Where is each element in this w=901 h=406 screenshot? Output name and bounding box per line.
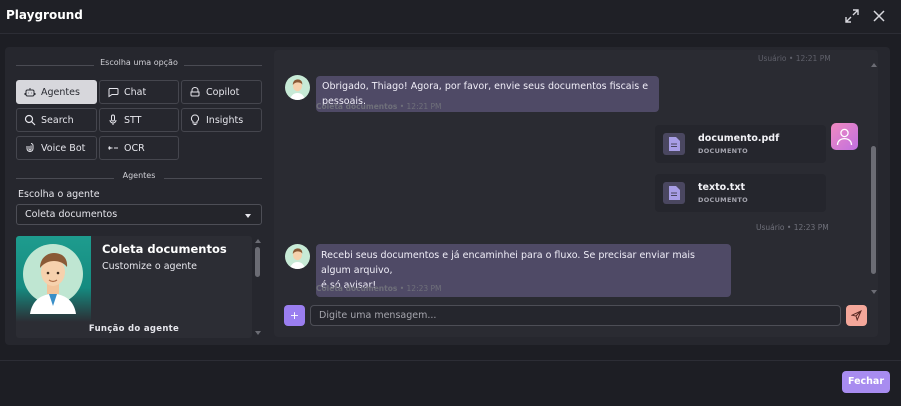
chat-scrollbar[interactable] (870, 58, 878, 294)
option-label: Insights (206, 114, 244, 126)
robot-icon (24, 86, 36, 98)
option-label: Search (41, 114, 74, 126)
microphone-icon (107, 114, 119, 126)
option-search[interactable]: Search (16, 108, 97, 132)
bot-message-meta: Coleta documentos • 12:23 PM (316, 284, 442, 293)
scroll-thumb[interactable] (255, 247, 260, 277)
agent-card-scrollbar[interactable] (253, 236, 262, 338)
bot-avatar (285, 244, 310, 269)
message-input[interactable] (310, 305, 841, 326)
lightbulb-icon (189, 114, 201, 126)
truncated-meta: Usuário • 12:21 PM (758, 54, 831, 63)
search-icon (24, 114, 36, 126)
agent-select-label: Escolha o agente (18, 189, 100, 200)
send-icon (851, 310, 862, 321)
chat-area: Usuário • 12:21 PM Obrigado, Thiago! Ago… (274, 50, 878, 337)
bot-message-meta: Coleta documentos • 12:21 PM (316, 102, 442, 111)
scroll-down-icon[interactable] (871, 290, 877, 294)
scroll-down-icon[interactable] (255, 331, 261, 335)
agent-avatar-image (16, 236, 91, 322)
user-message-meta: Usuário • 12:23 PM (756, 223, 829, 232)
option-stt[interactable]: STT (99, 108, 179, 132)
window-title: Playground (6, 8, 83, 22)
options-heading: Escolha uma opção (16, 58, 262, 72)
option-label: OCR (124, 142, 145, 154)
close-icon[interactable] (869, 6, 889, 26)
option-label: Copilot (206, 86, 240, 98)
agents-heading: Agentes (16, 171, 262, 185)
option-label: Chat (124, 86, 147, 98)
document-icon (663, 133, 685, 155)
ocr-icon (107, 142, 119, 154)
file-attachment[interactable]: documento.pdf DOCUMENTO (655, 125, 826, 163)
agent-select-value: Coleta documentos (25, 209, 118, 220)
scroll-thumb[interactable] (871, 146, 876, 274)
option-ocr[interactable]: OCR (99, 136, 179, 160)
document-icon (663, 182, 685, 204)
title-bar: Playground (0, 0, 901, 34)
add-attachment-button[interactable]: + (284, 305, 305, 326)
copilot-icon (189, 86, 201, 98)
agent-card-name: Coleta documentos (102, 242, 227, 256)
user-avatar (831, 123, 858, 150)
agent-role-label: Função do agente (88, 324, 180, 334)
chat-bubble-icon (107, 86, 119, 98)
option-agentes[interactable]: Agentes (16, 80, 97, 104)
option-label: Voice Bot (41, 142, 86, 154)
close-button[interactable]: Fechar (842, 371, 890, 393)
option-chat[interactable]: Chat (99, 80, 179, 104)
option-insights[interactable]: Insights (181, 108, 262, 132)
agent-card[interactable]: Coleta documentos Customize o agente Fun… (16, 236, 252, 338)
bot-message-line: Recebi seus documentos e já encaminhei p… (321, 250, 695, 276)
agent-select[interactable]: Coleta documentos (16, 204, 262, 225)
file-attachment[interactable]: texto.txt DOCUMENTO (655, 174, 826, 212)
caret-down-icon (245, 214, 251, 218)
expand-icon[interactable] (842, 6, 862, 26)
option-label: STT (124, 114, 142, 126)
send-button[interactable] (846, 305, 867, 326)
footer-divider (0, 360, 901, 361)
option-voice-bot[interactable]: Voice Bot (16, 136, 97, 160)
scroll-up-icon[interactable] (871, 63, 877, 67)
file-type: DOCUMENTO (698, 147, 748, 155)
scroll-up-icon[interactable] (255, 239, 261, 243)
voice-icon (24, 142, 36, 154)
file-name: texto.txt (698, 182, 745, 193)
file-type: DOCUMENTO (698, 196, 748, 204)
agent-card-subtitle: Customize o agente (102, 261, 198, 272)
option-label: Agentes (41, 86, 80, 98)
option-copilot[interactable]: Copilot (181, 80, 262, 104)
file-name: documento.pdf (698, 133, 780, 144)
bot-avatar (285, 75, 310, 100)
